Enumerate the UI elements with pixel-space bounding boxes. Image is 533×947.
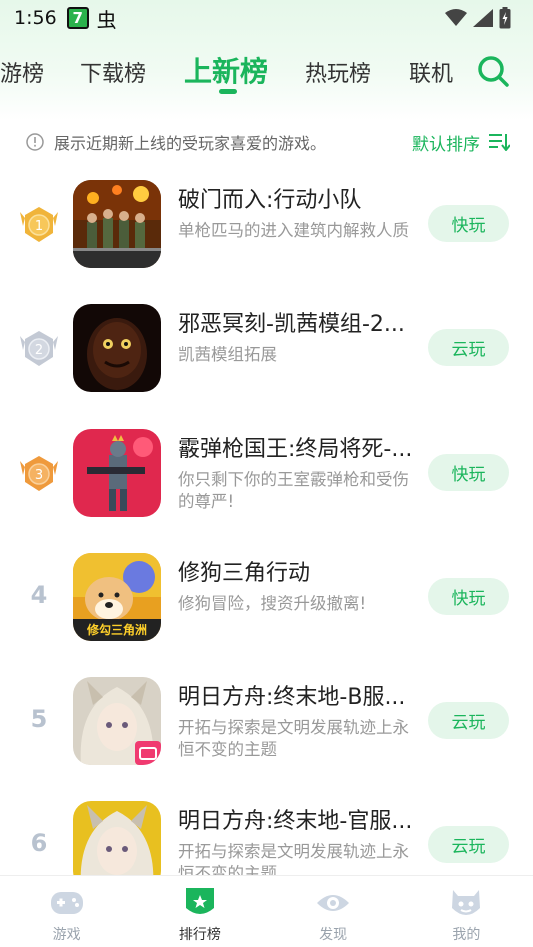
- nav-discover[interactable]: 发现: [267, 876, 400, 947]
- list-item[interactable]: 3 霰弹枪国王:终局将死-... 你只剩下你的王室霰弹枪和受伤的尊严! 快玩: [0, 429, 533, 553]
- status-time: 1:56: [14, 7, 57, 29]
- game-icon[interactable]: 修勾三角洲: [73, 553, 161, 641]
- game-title: 修狗三角行动: [178, 561, 311, 586]
- status-bar: 1:56 7 虫: [0, 0, 533, 36]
- status-indicators: [445, 7, 511, 29]
- list-item[interactable]: 2 邪恶冥刻-凯茜模组-2... 凯茜模组拓展 云玩: [0, 304, 533, 428]
- game-title: 明日方舟:终末地-B服...: [178, 685, 406, 710]
- tab-download-ranking[interactable]: 下载榜: [80, 56, 146, 88]
- active-tab-indicator: [219, 89, 237, 94]
- nav-games[interactable]: 游戏: [0, 876, 133, 947]
- tab-new-ranking[interactable]: 上新榜: [184, 50, 268, 90]
- game-icon[interactable]: [73, 180, 161, 268]
- notice-bar: 展示近期新上线的受玩家喜爱的游戏。 默认排序: [26, 128, 510, 156]
- game-title: 破门而入:行动小队: [178, 188, 362, 213]
- game-icon[interactable]: [73, 429, 161, 517]
- cloud-play-button[interactable]: 云玩: [428, 826, 509, 863]
- ranking-tabs: 游榜 下载榜 上新榜 热玩榜 联机: [0, 46, 533, 98]
- battery-icon: [499, 7, 511, 29]
- list-item[interactable]: 4 修勾三角洲 修狗三角行动 修狗冒险，搜资升级撤离! 快玩: [0, 553, 533, 677]
- info-icon: [26, 133, 44, 151]
- signal-icon: [473, 9, 493, 27]
- ranking-shield-icon: [185, 888, 214, 914]
- sort-icon: [489, 134, 510, 151]
- nav-label: 我的: [452, 927, 481, 943]
- game-description: 开拓与探索是文明发展轨迹上永恒不变的主题: [178, 718, 409, 759]
- nav-label: 排行榜: [178, 927, 221, 943]
- cloud-play-button[interactable]: 云玩: [428, 329, 509, 366]
- game-description: 单枪匹马的进入建筑内解救人质: [178, 221, 409, 240]
- tab-game-ranking[interactable]: 游榜: [0, 56, 44, 88]
- game-icon-caption: 修勾三角洲: [86, 623, 147, 637]
- nav-label: 发现: [319, 927, 348, 943]
- bottom-nav: 游戏 排行榜 发现 我的: [0, 875, 533, 947]
- tab-hot-ranking[interactable]: 热玩榜: [305, 56, 371, 88]
- nav-label: 游戏: [52, 927, 81, 943]
- game-icon[interactable]: [73, 304, 161, 392]
- silver-medal-icon: 2: [20, 331, 58, 366]
- gamepad-icon: [50, 892, 83, 914]
- notice-text: 展示近期新上线的受玩家喜爱的游戏。: [54, 134, 327, 153]
- wifi-icon: [445, 9, 467, 26]
- app-notification-icon: 7: [66, 7, 89, 29]
- bronze-medal-icon: 3: [20, 456, 58, 491]
- game-description: 你只剩下你的王室霰弹枪和受伤的尊严!: [178, 470, 409, 511]
- game-title: 明日方舟:终末地-官服...: [178, 809, 413, 834]
- rank-number: 5: [30, 705, 48, 733]
- sort-label: 默认排序: [412, 134, 480, 155]
- search-icon[interactable]: [476, 54, 510, 88]
- sort-button[interactable]: 默认排序: [412, 130, 510, 155]
- svg-text:1: 1: [35, 219, 43, 234]
- game-title: 邪恶冥刻-凯茜模组-2...: [178, 312, 405, 337]
- quick-play-button[interactable]: 快玩: [428, 454, 509, 491]
- list-item[interactable]: 5 明日方舟:终末地-B服... 开拓与探索是文明发展轨迹上永恒不变的主题 云玩: [0, 677, 533, 801]
- quick-play-button[interactable]: 快玩: [428, 578, 509, 615]
- bug-notification-icon: 虫: [96, 7, 117, 32]
- svg-text:3: 3: [35, 468, 43, 483]
- quick-play-button[interactable]: 快玩: [428, 205, 509, 242]
- rank-number: 4: [30, 581, 48, 609]
- svg-text:2: 2: [35, 343, 43, 358]
- monster-face-icon: [452, 890, 481, 915]
- nav-ranking[interactable]: 排行榜: [133, 876, 266, 947]
- game-description: 凯茜模组拓展: [178, 345, 277, 364]
- game-description: 修狗冒险，搜资升级撤离!: [178, 594, 367, 613]
- rank-number: 6: [30, 829, 48, 857]
- game-icon[interactable]: [73, 677, 161, 765]
- game-title: 霰弹枪国王:终局将死-...: [178, 437, 413, 462]
- list-item[interactable]: 1 破门而入:行动小队 单枪匹马的进入建筑内解救人质 快玩: [0, 180, 533, 304]
- eye-icon: [317, 895, 350, 911]
- cloud-play-button[interactable]: 云玩: [428, 702, 509, 739]
- tab-multiplayer[interactable]: 联机: [409, 56, 453, 88]
- nav-mine[interactable]: 我的: [400, 876, 533, 947]
- gold-medal-icon: 1: [20, 207, 58, 242]
